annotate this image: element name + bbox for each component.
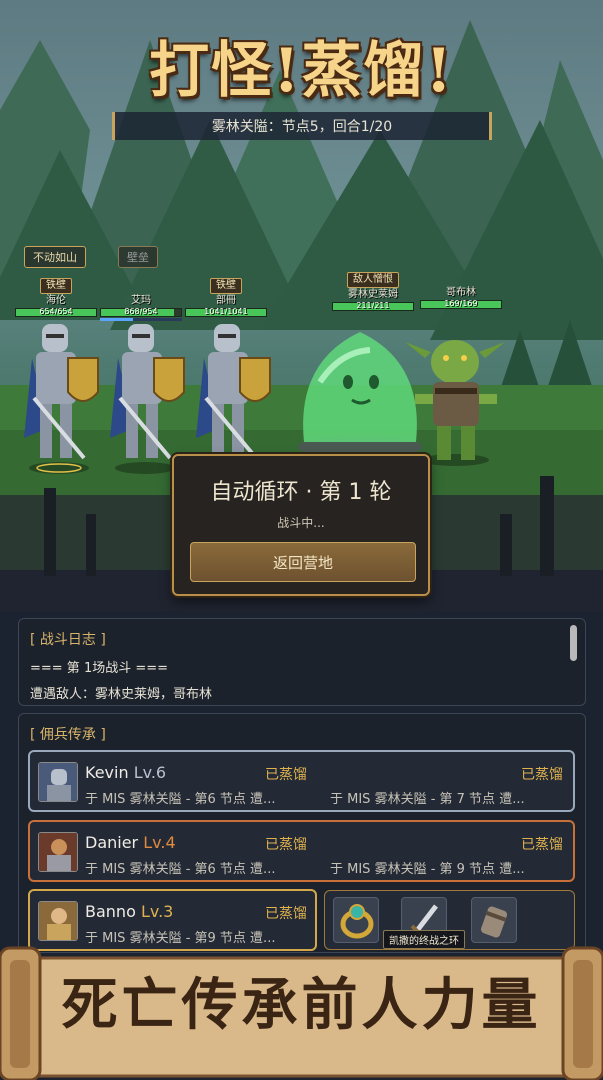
unit-name: 部冊: [216, 295, 236, 306]
battle-log-panel: [ 战斗日志 ] === 第 1场战斗 === 遭遇敌人：雾林史莱姆，哥布林: [18, 618, 586, 706]
unit-hp-bar: 169/169: [420, 299, 502, 309]
log-line: === 第 1场战斗 ===: [30, 661, 169, 676]
mercenary-record: 于 MIS 雾林关隘 - 第 9 节点 遭...: [330, 862, 525, 877]
unit-hp-bar: 654/654: [15, 307, 97, 317]
dialog-status: 战斗中...: [277, 516, 325, 530]
stage-info-text: 雾林关隘：节点5，回合1/20: [211, 119, 393, 135]
unit-badge: 铁壁: [40, 278, 72, 294]
party-unit-1[interactable]: 铁壁 海伦 654/654: [11, 278, 101, 317]
unit-name: 海伦: [46, 295, 66, 306]
distilled-status: 已蒸馏: [521, 767, 563, 783]
battle-scene: 打怪!蒸馏! 雾林关隘：节点5，回合1/20 不动如山 壁垒 铁壁 海伦 654…: [0, 0, 603, 612]
unit-hp-bar: 211/211: [332, 301, 414, 311]
unit-name: 雾林史莱姆: [348, 289, 398, 300]
mercenary-portrait: [38, 762, 78, 802]
mercenary-name: Kevin Lv.6: [85, 763, 167, 782]
return-camp-button[interactable]: 返回营地: [190, 542, 416, 582]
ring-item-slot[interactable]: [333, 897, 379, 943]
log-scrollbar[interactable]: [570, 625, 577, 661]
unit-badge: 铁壁: [210, 278, 242, 294]
enemy-unit-slime[interactable]: 敌人憎恨 雾林史莱姆 211/211: [328, 272, 418, 311]
mercenary-record: 于 MIS 雾林关隘 - 第6 节点 遭...: [85, 792, 276, 807]
mercenary-legacy-header: [ 佣兵传承 ]: [30, 727, 106, 743]
mercenary-row-danier[interactable]: Danier Lv.4 已蒸馏 已蒸馏 于 MIS 雾林关隘 - 第6 节点 遭…: [28, 820, 575, 882]
promo-banner-text: 死亡传承前人力量: [61, 972, 542, 1038]
unit-hp-bar: 1041/1041: [185, 307, 267, 317]
mercenary-name: Banno Lv.3: [85, 902, 174, 921]
unit-name: 哥布林: [446, 287, 476, 298]
party-tag-bulwark[interactable]: 壁垒: [118, 246, 158, 268]
enemy-badge: 敌人憎恨: [347, 272, 399, 288]
party-unit-3[interactable]: 铁壁 部冊 1041/1041: [181, 278, 271, 317]
bracer-item-slot[interactable]: [471, 897, 517, 943]
dialog-title: 自动循环 · 第 1 轮: [210, 480, 392, 505]
battle-log-header: [ 战斗日志 ]: [30, 632, 106, 648]
distilled-status: 已蒸馏: [265, 767, 307, 783]
distilled-status: 已蒸馏: [265, 906, 307, 922]
mercenary-portrait: [38, 901, 78, 941]
party-unit-2[interactable]: 艾玛 868/954: [96, 278, 186, 321]
mercenary-name: Danier Lv.4: [85, 833, 176, 852]
knight-sprite-1: [24, 324, 99, 474]
goblin-sprite: [405, 340, 505, 466]
bracer-icon: [480, 906, 508, 938]
game-title: 打怪!蒸馏!: [149, 36, 454, 106]
stage-info-bar: 雾林关隘：节点5，回合1/20: [112, 112, 492, 140]
distilled-status: 已蒸馏: [521, 837, 563, 853]
unit-hp-bar: 868/954: [100, 307, 182, 317]
mercenary-portrait: [38, 832, 78, 872]
auto-loop-dialog: 自动循环 · 第 1 轮 战斗中... 返回营地: [172, 454, 430, 596]
ring-icon: [340, 904, 374, 939]
enemy-unit-goblin[interactable]: 哥布林 169/169: [416, 286, 506, 309]
mercenary-record: 于 MIS 雾林关隘 - 第6 节点 遭...: [85, 862, 276, 877]
mercenary-row-kevin[interactable]: Kevin Lv.6 已蒸馏 已蒸馏 于 MIS 雾林关隘 - 第6 节点 遭.…: [28, 750, 575, 812]
log-line: 遭遇敌人：雾林史莱姆，哥布林: [30, 687, 213, 702]
unit-name: 艾玛: [131, 295, 151, 306]
mercenary-record: 于 MIS 雾林关隘 - 第 7 节点 遭...: [330, 792, 525, 807]
distilled-status: 已蒸馏: [265, 837, 307, 853]
party-tag-steadfast[interactable]: 不动如山: [24, 246, 86, 268]
